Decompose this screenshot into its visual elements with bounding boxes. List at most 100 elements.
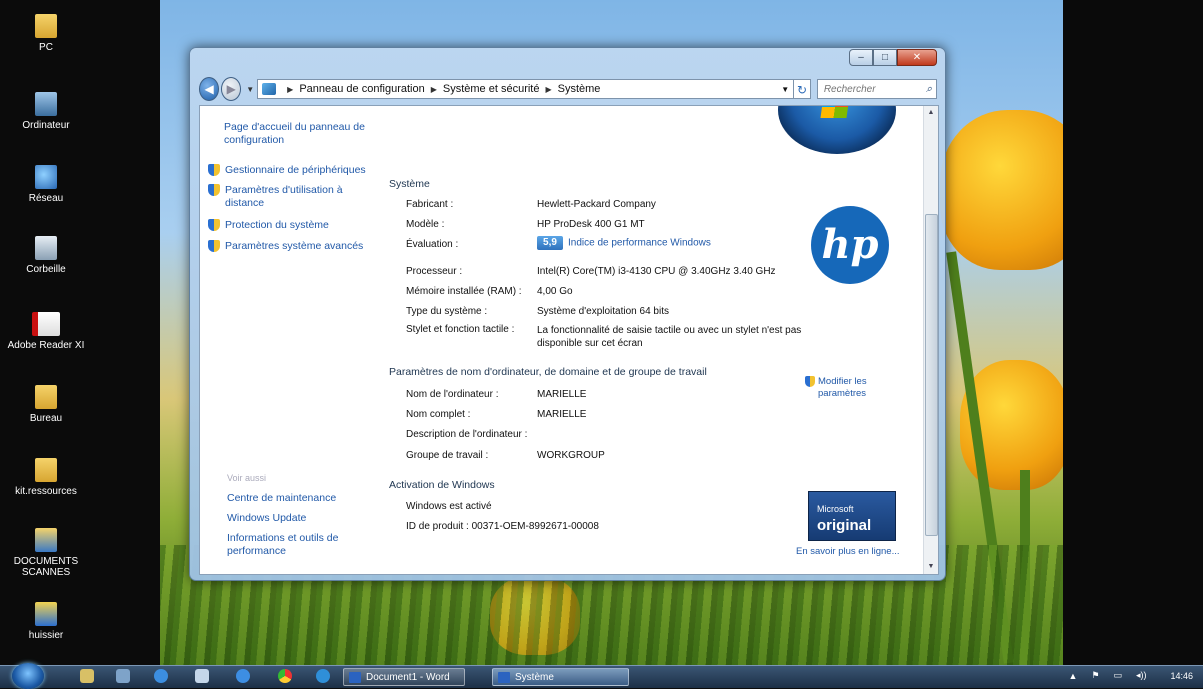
breadcrumb-system[interactable]: Système bbox=[558, 83, 601, 95]
remote-settings-link[interactable]: Paramètres d'utilisation à distance bbox=[208, 184, 358, 210]
desktop-icon-label: kit.ressources bbox=[15, 486, 77, 497]
desktop-icon-pc[interactable]: PC bbox=[0, 14, 92, 53]
windows-update-link[interactable]: Windows Update bbox=[227, 512, 367, 525]
back-button[interactable]: ◀ bbox=[199, 77, 220, 101]
product-id: ID de produit : 00371-OEM-8992671-00008 bbox=[406, 521, 599, 532]
search-icon[interactable]: ⌕ bbox=[926, 83, 932, 96]
desktop-icon-network[interactable]: Réseau bbox=[0, 165, 92, 204]
search-input[interactable] bbox=[821, 82, 926, 96]
performance-score-badge[interactable]: 5,9 bbox=[537, 236, 563, 250]
maximize-button[interactable]: □ bbox=[873, 49, 897, 66]
network-icon bbox=[35, 165, 57, 189]
ram-value: 4,00 Go bbox=[537, 286, 573, 297]
tulip-image bbox=[490, 575, 580, 655]
internet-explorer-icon[interactable] bbox=[236, 669, 250, 683]
computer-description-label: Description de l'ordinateur : bbox=[406, 429, 528, 440]
explorer-icon[interactable] bbox=[195, 669, 209, 683]
shield-icon bbox=[208, 240, 220, 252]
address-dropdown-icon[interactable]: ▼ bbox=[781, 85, 789, 94]
chevron-right-icon[interactable]: ▶ bbox=[545, 85, 551, 94]
genuine-badge-line1: Microsoft bbox=[817, 504, 854, 514]
desktop-icon-bureau[interactable]: Bureau bbox=[0, 385, 92, 424]
shield-icon bbox=[208, 184, 220, 196]
tasks-pane: Page d'accueil du panneau de configurati… bbox=[200, 106, 378, 574]
performance-info-link[interactable]: Informations et outils de performance bbox=[227, 532, 367, 558]
desktop-icon-adobe-reader[interactable]: Adobe Reader XI bbox=[0, 312, 92, 351]
clock[interactable]: 14:46 bbox=[1170, 671, 1193, 681]
messenger-icon[interactable] bbox=[154, 669, 168, 683]
computer-name-section-title: Paramètres de nom d'ordinateur, de domai… bbox=[389, 366, 707, 378]
scan-folder-icon bbox=[35, 528, 57, 552]
task-label[interactable]: Paramètres système avancés bbox=[225, 240, 363, 253]
breadcrumb-system-security[interactable]: Système et sécurité bbox=[443, 83, 540, 95]
desktop-icon-label: Corbeille bbox=[26, 264, 66, 275]
close-button[interactable]: ✕ bbox=[897, 49, 937, 66]
computer-icon bbox=[35, 92, 57, 116]
computer-name-label: Nom de l'ordinateur : bbox=[406, 389, 499, 400]
minimize-button[interactable]: – bbox=[849, 49, 873, 66]
scrollbar-thumb[interactable] bbox=[925, 214, 938, 536]
flag-icon[interactable]: ⚑ bbox=[1091, 670, 1099, 681]
performance-index-link[interactable]: Indice de performance Windows bbox=[568, 238, 711, 249]
search-box[interactable]: ⌕ bbox=[816, 79, 937, 99]
shield-icon bbox=[208, 164, 220, 176]
shield-icon bbox=[208, 219, 220, 231]
control-panel-home-link[interactable]: Page d'accueil du panneau de configurati… bbox=[224, 121, 374, 147]
shield-icon bbox=[805, 376, 815, 387]
scroll-down-icon[interactable]: ▼ bbox=[924, 560, 938, 574]
task-label[interactable]: Protection du système bbox=[225, 219, 329, 232]
refresh-button[interactable]: ↻ bbox=[794, 79, 811, 99]
full-name-label: Nom complet : bbox=[406, 409, 471, 420]
forward-button[interactable]: ▶ bbox=[221, 77, 242, 101]
desktop-icon-recycle-bin[interactable]: Corbeille bbox=[0, 236, 92, 275]
vertical-scrollbar[interactable]: ▲ ▼ bbox=[923, 106, 938, 574]
media-player-icon[interactable] bbox=[316, 669, 330, 683]
learn-more-online-link[interactable]: En savoir plus en ligne... bbox=[796, 546, 900, 557]
scroll-up-icon[interactable]: ▲ bbox=[924, 106, 938, 120]
rating-label: Évaluation : bbox=[406, 239, 459, 250]
change-settings-label[interactable]: Modifier les paramètres bbox=[818, 376, 885, 400]
desktop-icon-huissier[interactable]: huissier bbox=[0, 602, 92, 641]
workgroup-label: Groupe de travail : bbox=[406, 450, 489, 461]
navigation-bar: ◀ ▶ ▼ ▶ Panneau de configuration ▶ Systè… bbox=[199, 77, 937, 101]
advanced-settings-link[interactable]: Paramètres système avancés bbox=[208, 240, 363, 253]
change-settings-link[interactable]: Modifier les paramètres bbox=[805, 376, 885, 400]
desktop-icon-documents-scannes[interactable]: DOCUMENTS SCANNES bbox=[0, 528, 92, 578]
chrome-icon[interactable] bbox=[278, 669, 292, 683]
control-panel-icon bbox=[262, 83, 277, 95]
system-protection-link[interactable]: Protection du système bbox=[208, 219, 329, 232]
manufacturer-label: Fabricant : bbox=[406, 199, 454, 210]
network-icon[interactable]: ▭ bbox=[1113, 670, 1122, 681]
desktop-icon-kit-ressources[interactable]: kit.ressources bbox=[0, 458, 92, 497]
taskbar-task-system[interactable]: Système bbox=[492, 668, 629, 686]
address-bar[interactable]: ▶ Panneau de configuration ▶ Système et … bbox=[257, 79, 795, 99]
chevron-right-icon[interactable]: ▶ bbox=[431, 85, 437, 94]
folder-icon[interactable] bbox=[80, 669, 94, 683]
genuine-badge-line2: original bbox=[817, 517, 872, 534]
taskbar: Document1 - Word Système ▲ ⚑ ▭ ◂)) 14:46 bbox=[0, 663, 1203, 689]
recent-pages-dropdown-icon[interactable]: ▼ bbox=[246, 85, 254, 94]
system-tray: ▲ ⚑ ▭ ◂)) 14:46 bbox=[1054, 670, 1193, 681]
action-center-link[interactable]: Centre de maintenance bbox=[227, 492, 367, 505]
folder-icon bbox=[35, 385, 57, 409]
rating-value[interactable]: 5,9 Indice de performance Windows bbox=[537, 236, 711, 250]
tools-icon[interactable] bbox=[116, 669, 130, 683]
chevron-right-icon[interactable]: ▶ bbox=[287, 85, 293, 94]
volume-icon[interactable]: ◂)) bbox=[1136, 670, 1147, 681]
folder-icon bbox=[35, 14, 57, 38]
recycle-bin-icon bbox=[35, 236, 57, 260]
ram-label: Mémoire installée (RAM) : bbox=[406, 286, 522, 297]
genuine-microsoft-badge: Microsoft original bbox=[808, 491, 896, 541]
desktop-icon-computer[interactable]: Ordinateur bbox=[0, 92, 92, 131]
hp-logo: hp bbox=[811, 206, 889, 284]
start-button[interactable] bbox=[12, 663, 44, 689]
app-icon bbox=[35, 602, 57, 626]
show-hidden-icons-icon[interactable]: ▲ bbox=[1068, 671, 1077, 681]
desktop-icon-label: Réseau bbox=[28, 193, 64, 204]
breadcrumb-control-panel[interactable]: Panneau de configuration bbox=[299, 83, 424, 95]
device-manager-link[interactable]: Gestionnaire de périphériques bbox=[208, 164, 366, 177]
task-label[interactable]: Paramètres d'utilisation à distance bbox=[225, 184, 358, 210]
taskbar-task-word[interactable]: Document1 - Word bbox=[343, 668, 465, 686]
desktop-icon-label: Adobe Reader XI bbox=[7, 340, 85, 351]
task-label[interactable]: Gestionnaire de périphériques bbox=[225, 164, 366, 177]
